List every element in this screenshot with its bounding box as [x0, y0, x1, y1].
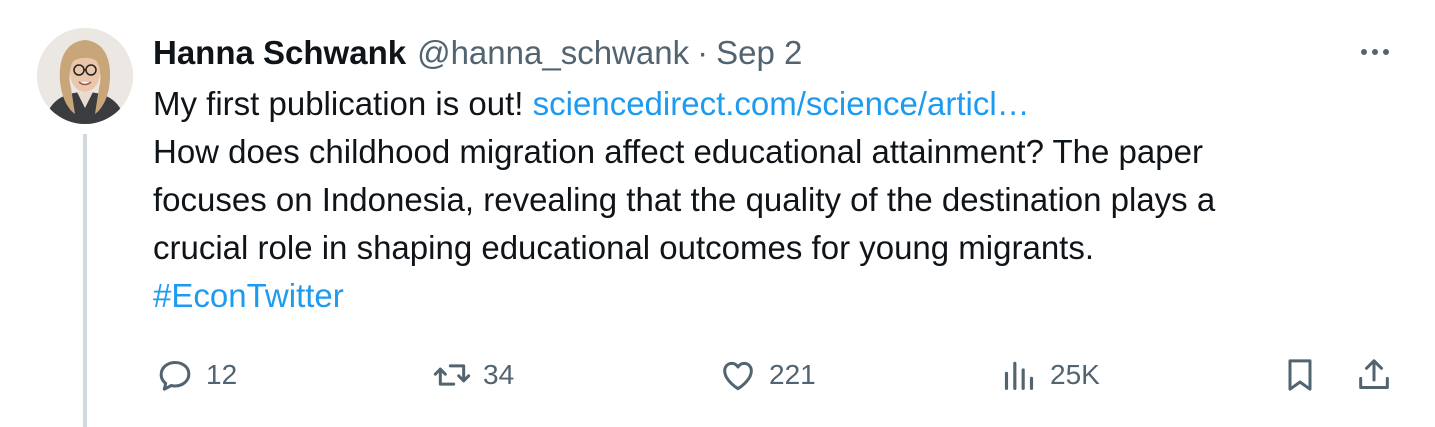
reply-button[interactable]: 12 — [155, 350, 237, 400]
avatar[interactable] — [37, 28, 133, 124]
repost-icon — [433, 364, 471, 386]
tweet-header: Hanna Schwank @hanna_schwank · Sep 2 — [153, 30, 802, 76]
more-horizontal-icon — [1361, 49, 1367, 55]
views-count: 25K — [1050, 359, 1100, 390]
tweet-hashtag-line: #EconTwitter — [153, 272, 1383, 320]
bookmark-icon — [1288, 359, 1312, 391]
tweet-date[interactable]: Sep 2 — [716, 34, 802, 72]
like-count: 221 — [769, 359, 816, 390]
views-button[interactable]: 25K — [999, 350, 1100, 400]
article-link[interactable]: sciencedirect.com/science/articl… — [533, 85, 1030, 122]
tweet-line: crucial role in shaping educational outc… — [153, 229, 1095, 266]
avatar-photo — [37, 28, 133, 124]
more-options-button[interactable] — [1354, 36, 1396, 68]
hashtag-link[interactable]: #EconTwitter — [153, 277, 344, 314]
more-horizontal-icon-dot — [1383, 49, 1389, 55]
tweet-intro-text: My first publication is out! — [153, 85, 533, 122]
author-handle[interactable]: @hanna_schwank — [417, 34, 689, 72]
share-icon — [1359, 359, 1389, 389]
action-bar: 12 34 221 25K — [0, 350, 1435, 400]
author-name[interactable]: Hanna Schwank — [153, 34, 406, 72]
repost-count: 34 — [483, 359, 515, 390]
bookmark-button[interactable] — [1280, 350, 1320, 400]
tweet-line: How does childhood migration affect educ… — [153, 133, 1203, 170]
tweet-line: focuses on Indonesia, revealing that the… — [153, 181, 1216, 218]
analytics-icon — [1004, 361, 1034, 390]
tweet[interactable]: Hanna Schwank @hanna_schwank · Sep 2 My … — [0, 0, 1435, 427]
separator-dot: · — [697, 34, 709, 71]
heart-icon — [723, 361, 753, 391]
reply-count: 12 — [206, 359, 238, 390]
repost-button[interactable]: 34 — [432, 350, 514, 400]
tweet-text: My first publication is out! sciencedire… — [153, 80, 1383, 320]
share-button[interactable] — [1354, 350, 1394, 400]
more-horizontal-icon-dot — [1372, 49, 1378, 55]
like-button[interactable]: 221 — [718, 350, 816, 400]
reply-bubble-icon — [159, 361, 191, 391]
tweet-line-1: My first publication is out! sciencedire… — [153, 80, 1383, 128]
